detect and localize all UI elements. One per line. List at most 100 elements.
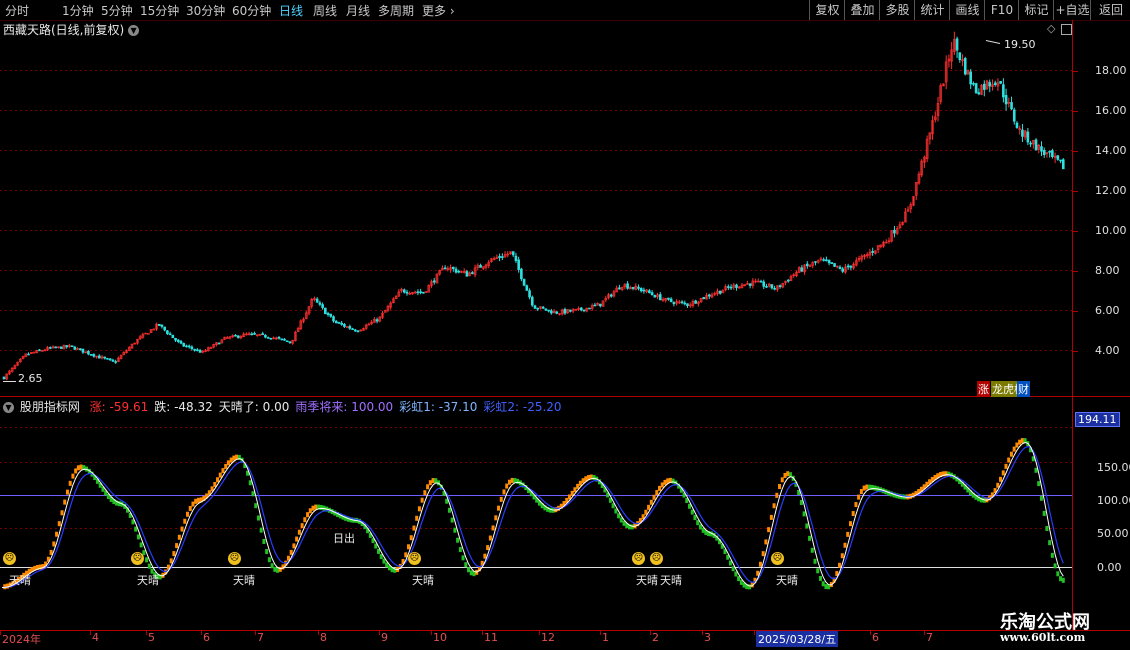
candle-body	[234, 334, 237, 337]
current-value-box: 194.11	[1075, 412, 1120, 427]
sad-face-icon: ☹	[408, 552, 421, 565]
candle-body	[609, 294, 613, 297]
date-tick-mark	[600, 631, 601, 635]
candle-body	[762, 281, 766, 287]
period-tab-4[interactable]: 30分钟	[186, 2, 225, 19]
sad-face-icon: ☹	[228, 552, 241, 565]
candle-body	[1040, 146, 1043, 152]
candle-body	[871, 250, 874, 253]
toolbar-button-4[interactable]: 画线	[949, 0, 985, 20]
toolbar-button-1[interactable]: 叠加	[844, 0, 880, 20]
period-tab-1[interactable]: 1分钟	[62, 2, 94, 19]
candle-body	[419, 291, 422, 293]
osc-bar	[660, 482, 664, 488]
candle-body	[563, 308, 567, 314]
sad-face-icon: ☹	[3, 552, 16, 565]
osc-bar	[265, 548, 269, 554]
osc-bar	[505, 483, 509, 489]
period-tab-6[interactable]: 日线	[279, 2, 303, 19]
toolbar-button-6[interactable]: 标记	[1018, 0, 1054, 20]
chevron-down-icon[interactable]: ▼	[128, 25, 140, 36]
candle-body	[92, 354, 96, 357]
candle-body	[315, 298, 319, 303]
indicator-legend: ▼ 股朋指标网 涨: -59.61 跌: -48.32 天晴了: 0.00 雨季将来:…	[0, 398, 1072, 414]
price-tick-mark	[1073, 270, 1078, 272]
indicator-tick-label: 150.00	[1097, 460, 1130, 474]
candle-body	[735, 284, 738, 289]
date-tick-mark	[431, 631, 432, 635]
toolbar-button-0[interactable]: 复权	[809, 0, 845, 20]
osc-bar	[592, 474, 596, 480]
osc-bar	[758, 561, 762, 567]
candle-body	[999, 81, 1002, 84]
osc-bar	[999, 476, 1003, 482]
period-tab-10[interactable]: 更多 ›	[422, 2, 455, 19]
osc-bar	[136, 534, 140, 540]
candle-body	[786, 279, 790, 282]
osc-bar	[799, 500, 803, 506]
candle-body	[348, 326, 352, 329]
osc-bar	[412, 525, 416, 531]
candle-body	[343, 324, 346, 327]
candle-body	[702, 297, 706, 300]
period-tab-7[interactable]: 周线	[313, 2, 337, 19]
osc-bar	[63, 499, 67, 505]
osc-bar	[423, 490, 427, 496]
candle-body	[778, 285, 782, 287]
indicator-name[interactable]: 股朋指标网	[20, 400, 80, 414]
date-tick-mark	[201, 631, 202, 635]
osc-bar	[308, 508, 312, 514]
candle-body	[78, 348, 82, 351]
candle-body	[324, 307, 327, 315]
toolbar-button-3[interactable]: 统计	[914, 0, 950, 20]
candle-body	[536, 307, 540, 310]
osc-bar	[859, 489, 863, 495]
toolbar-button-2[interactable]: 多股	[879, 0, 915, 20]
candle-body	[353, 329, 357, 332]
candle-body	[958, 52, 962, 60]
candle-body	[988, 82, 992, 87]
candle-body	[511, 251, 515, 256]
candle-body	[626, 283, 629, 289]
period-tab-3[interactable]: 15分钟	[140, 2, 179, 19]
candle-body	[825, 259, 828, 262]
high-price-label: 19.50	[1004, 38, 1036, 51]
osc-bar	[319, 504, 323, 510]
toolbar-button-5[interactable]: F10	[984, 0, 1019, 20]
osc-bar	[805, 523, 809, 529]
date-tick-mark	[255, 631, 256, 635]
candle-body	[1061, 159, 1065, 170]
osc-bar	[415, 515, 419, 521]
period-tab-2[interactable]: 5分钟	[101, 2, 133, 19]
date-tick-label: 7	[926, 631, 933, 644]
stock-title: 西藏天路(日线,前复权)	[3, 23, 125, 37]
candle-body	[653, 294, 657, 298]
period-tab-0[interactable]: 分时	[5, 2, 29, 19]
toolbar-button-7[interactable]: +自选	[1053, 0, 1091, 20]
osc-bar	[802, 511, 806, 517]
candle-body	[332, 316, 335, 322]
toolbar-button-8[interactable]: 返回	[1090, 0, 1130, 20]
period-tab-8[interactable]: 月线	[346, 2, 370, 19]
candle-body	[800, 267, 804, 272]
window-icon[interactable]	[1061, 24, 1072, 35]
price-tick-mark	[1073, 110, 1078, 112]
osc-bar	[52, 541, 56, 547]
osc-bar	[194, 498, 198, 504]
osc-bar	[145, 557, 149, 563]
badge-zhang[interactable]: 涨	[977, 381, 990, 397]
diamond-icon[interactable]: ◇	[1047, 22, 1055, 35]
grid-lines	[0, 70, 1072, 568]
candle-body	[59, 346, 63, 349]
candle-body	[73, 346, 77, 350]
chevron-down-icon[interactable]: ▼	[3, 402, 14, 413]
candle-body	[337, 322, 341, 324]
period-tab-5[interactable]: 60分钟	[232, 2, 271, 19]
osc-bar	[502, 489, 506, 495]
date-tick-label: 12	[541, 631, 555, 644]
osc-bar	[447, 507, 451, 513]
candle-body	[81, 348, 85, 353]
period-tab-9[interactable]: 多周期	[378, 2, 414, 19]
osc-bar	[846, 531, 850, 537]
badge-cai[interactable]: 财	[1017, 381, 1030, 397]
